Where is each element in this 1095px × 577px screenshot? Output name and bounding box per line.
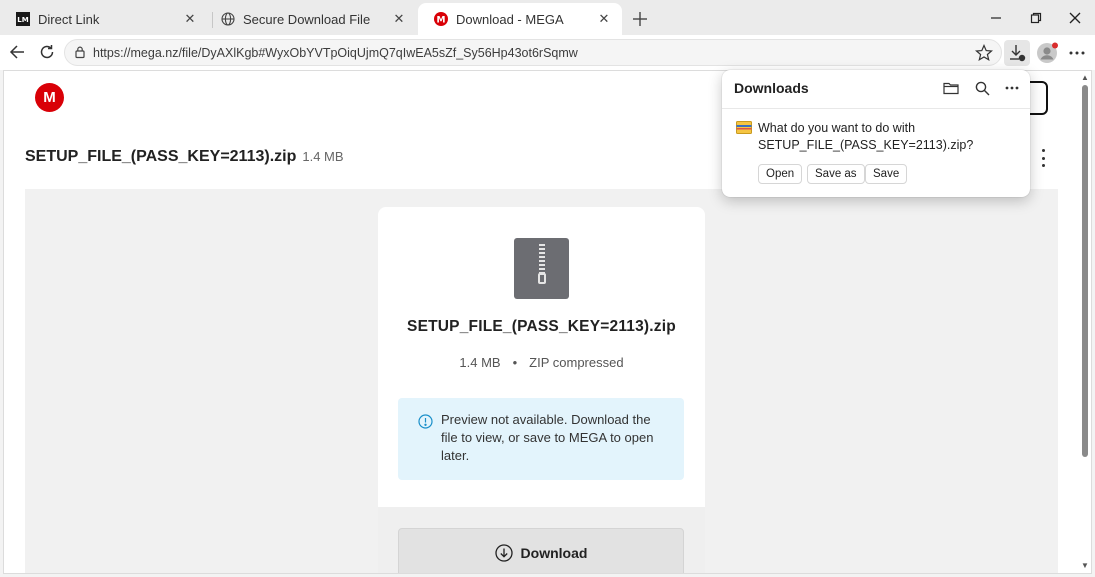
card-file-type: ZIP compressed [529, 355, 624, 370]
more-options-icon[interactable] [1064, 40, 1090, 66]
downloads-flyout: Downloads What do you want to do with SE… [722, 70, 1030, 197]
close-tab-icon[interactable]: ✕ [391, 11, 407, 27]
page-file-title: SETUP_FILE_(PASS_KEY=2113).zip 1.4 MB [25, 148, 344, 166]
tab-direct-link[interactable]: LM Direct Link ✕ [0, 5, 208, 33]
card-file-name: SETUP_FILE_(PASS_KEY=2113).zip [407, 318, 676, 335]
file-card: SETUP_FILE_(PASS_KEY=2113).zip 1.4 MB • ZI… [378, 207, 705, 573]
svg-text:LM: LM [17, 16, 28, 24]
preview-stage: SETUP_FILE_(PASS_KEY=2113).zip 1.4 MB • ZI… [25, 189, 1058, 573]
downloads-title: Downloads [734, 80, 809, 96]
mega-icon: M [434, 12, 448, 26]
meta-separator: • [512, 355, 518, 370]
vertical-scrollbar[interactable]: ▲ ▼ [1079, 71, 1091, 573]
scroll-down-arrow-icon[interactable]: ▼ [1081, 561, 1089, 570]
save-button[interactable]: Save [865, 164, 908, 184]
save-as-button[interactable]: Save as [807, 164, 865, 184]
address-bar[interactable]: https://mega.nz/file/DyAXlKgb#WyxObYVTpO… [64, 39, 1002, 66]
url-text: https://mega.nz/file/DyAXlKgb#WyxObYVTpO… [93, 46, 578, 60]
file-meta: 1.4 MB • ZIP compressed [378, 355, 705, 370]
mega-logo[interactable]: M [35, 83, 64, 112]
globe-icon [221, 12, 235, 26]
preview-notice: Preview not available. Download the file… [398, 398, 684, 480]
prompt-question: What do you want to do with [758, 121, 916, 135]
svg-text:M: M [437, 16, 446, 26]
new-tab-button[interactable] [629, 8, 651, 30]
browser-toolbar: https://mega.nz/file/DyAXlKgb#WyxObYVTpO… [0, 35, 1095, 70]
info-icon [418, 414, 433, 429]
prompt-file-name: SETUP_FILE_(PASS_KEY=2113).zip? [758, 138, 974, 152]
download-button[interactable]: Download [398, 528, 684, 573]
back-arrow-icon[interactable] [8, 43, 26, 61]
scrollbar-thumb[interactable] [1082, 85, 1088, 457]
minimize-icon[interactable] [987, 9, 1005, 27]
open-button[interactable]: Open [758, 164, 803, 184]
favorite-star-icon[interactable] [975, 43, 993, 62]
scroll-up-arrow-icon[interactable]: ▲ [1081, 73, 1089, 82]
download-label: Download [520, 545, 588, 561]
close-tab-icon[interactable]: ✕ [182, 11, 198, 27]
download-circle-icon [494, 544, 513, 562]
site-info-lock-icon[interactable] [73, 45, 89, 61]
download-prompt: What do you want to do with SETUP_FILE_(… [758, 120, 1018, 154]
profile-avatar-icon[interactable] [1034, 40, 1060, 66]
close-tab-icon[interactable]: ✕ [596, 11, 612, 27]
more-options-icon[interactable] [1003, 79, 1021, 97]
tab-strip: LM Direct Link ✕ Secure Download File ✕ … [0, 0, 1095, 37]
open-folder-icon[interactable] [942, 79, 960, 97]
lm-logo-icon: LM [16, 12, 30, 26]
archive-file-icon [736, 121, 752, 134]
tab-title: Download - MEGA [456, 11, 564, 27]
zip-file-icon [514, 238, 569, 299]
search-icon[interactable] [973, 79, 991, 97]
refresh-icon[interactable] [38, 43, 56, 61]
tab-title: Secure Download File [243, 11, 371, 27]
downloads-icon[interactable] [1004, 40, 1030, 66]
tab-download-mega[interactable]: M Download - MEGA ✕ [418, 3, 622, 35]
tab-secure-download[interactable]: Secure Download File ✕ [205, 5, 417, 33]
tab-title: Direct Link [38, 11, 100, 27]
file-name: SETUP_FILE_(PASS_KEY=2113).zip [25, 148, 297, 165]
notice-text: Preview not available. Download the file… [441, 412, 654, 463]
file-size: 1.4 MB [302, 149, 344, 164]
card-file-size: 1.4 MB [459, 355, 501, 370]
restore-icon[interactable] [1027, 9, 1045, 27]
close-window-icon[interactable] [1066, 9, 1084, 27]
flyout-divider [722, 108, 1030, 109]
file-menu-kebab-icon[interactable] [1036, 149, 1050, 167]
